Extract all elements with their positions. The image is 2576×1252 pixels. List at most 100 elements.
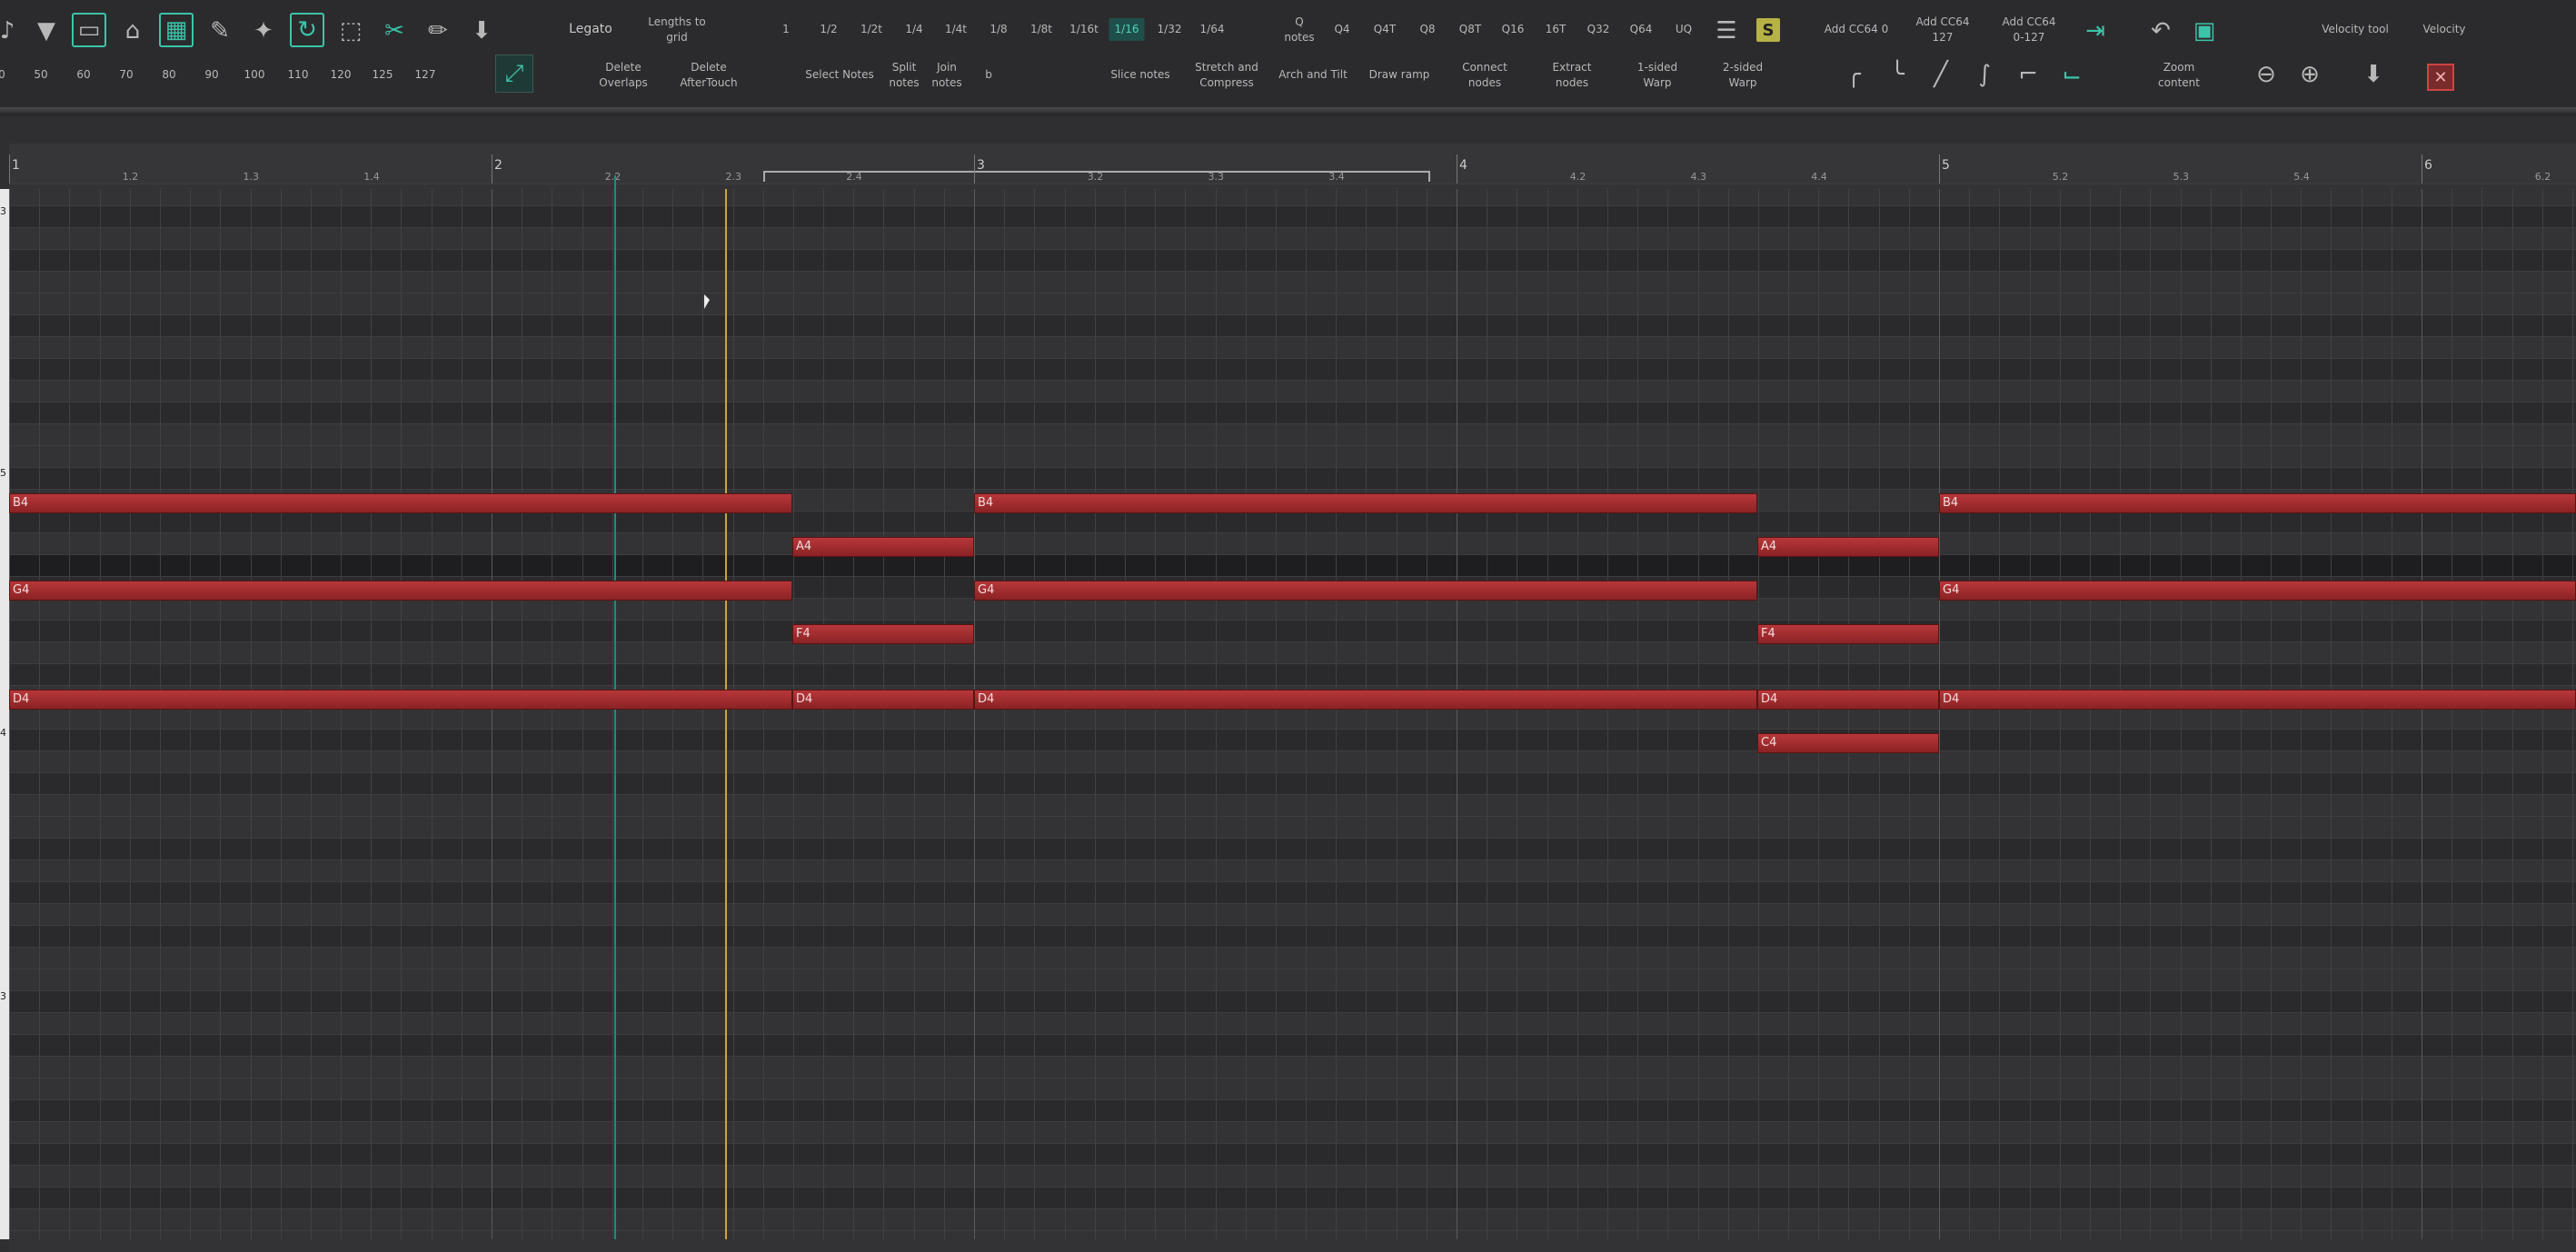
velocity-preset[interactable]: 70 bbox=[119, 67, 133, 83]
s-badge-button[interactable]: S bbox=[1756, 18, 1780, 42]
midi-note[interactable]: G4 bbox=[9, 581, 792, 601]
grid-option[interactable]: 1/2 bbox=[820, 22, 837, 37]
extract-nodes-button[interactable]: Extract nodes bbox=[1553, 60, 1592, 91]
quantize-option[interactable]: Q4 bbox=[1334, 22, 1349, 37]
velocity-preset[interactable]: 60 bbox=[76, 67, 90, 83]
zoom-content-button[interactable]: Zoom content bbox=[2158, 60, 2200, 91]
midi-note[interactable]: B4 bbox=[974, 493, 1757, 513]
velocity-preset[interactable]: 110 bbox=[288, 67, 309, 83]
midi-note[interactable]: D4 bbox=[974, 690, 1757, 710]
arch-tilt-button[interactable]: Arch and Tilt bbox=[1278, 67, 1348, 83]
filter-icon[interactable]: ▼ bbox=[28, 13, 65, 49]
velocity-preset[interactable]: 50 bbox=[34, 67, 47, 83]
curve-s-icon[interactable]: ∫ bbox=[1966, 56, 2003, 93]
velocity-tool-button[interactable]: Velocity tool bbox=[2322, 22, 2389, 37]
midi-note[interactable]: D4 bbox=[9, 690, 792, 710]
velocity-preset[interactable]: 90 bbox=[204, 67, 218, 83]
quantize-option[interactable]: Q32 bbox=[1587, 22, 1610, 37]
grid-icon[interactable]: ▦ bbox=[159, 13, 194, 47]
select-notes-button[interactable]: Select Notes bbox=[805, 67, 874, 83]
draw-tool-icon[interactable]: ✎ bbox=[202, 13, 238, 49]
undo-icon[interactable]: ↶ bbox=[2143, 13, 2179, 49]
velocity-preset[interactable]: 0 bbox=[0, 67, 5, 83]
grid-option[interactable]: 1/16 bbox=[1109, 18, 1145, 41]
split-notes-button[interactable]: Split notes bbox=[889, 60, 919, 91]
select-box-icon[interactable]: ▭ bbox=[72, 13, 106, 47]
grid-option[interactable]: 1/8 bbox=[990, 22, 1007, 37]
curve-step-rev-icon[interactable]: ⌙ bbox=[2054, 56, 2090, 93]
grid-option[interactable]: 1/32 bbox=[1158, 22, 1182, 37]
curve-linear-icon[interactable]: ╱ bbox=[1923, 56, 1959, 93]
one-sided-warp-button[interactable]: 1-sided Warp bbox=[1637, 60, 1677, 91]
curve-convex-icon[interactable]: ╭ bbox=[1835, 56, 1872, 93]
add-cc64-127-button[interactable]: Add CC64 127 bbox=[1915, 15, 1969, 45]
quantize-option[interactable]: Q notes bbox=[1284, 15, 1314, 45]
midi-note[interactable]: F4 bbox=[1757, 624, 1939, 644]
quantize-option[interactable]: Q8 bbox=[1419, 22, 1435, 37]
zoom-out-icon[interactable]: ⊖ bbox=[2248, 56, 2284, 93]
velocity-preset[interactable]: 120 bbox=[331, 67, 352, 83]
grid-option[interactable]: 1/4t bbox=[945, 22, 967, 37]
midi-note[interactable]: F4 bbox=[792, 624, 974, 644]
b-shortcut-label[interactable]: b bbox=[985, 67, 992, 83]
align-icon[interactable]: ⇥ bbox=[2077, 13, 2114, 49]
two-sided-warp-button[interactable]: 2-sided Warp bbox=[1723, 60, 1763, 91]
midi-note[interactable]: G4 bbox=[974, 581, 1757, 601]
stretch-compress-button[interactable]: Stretch and Compress bbox=[1195, 60, 1258, 91]
transform-icon[interactable]: ⤢ bbox=[495, 55, 533, 93]
grid-option[interactable]: 1/4 bbox=[905, 22, 922, 37]
add-cc64-0-button[interactable]: Add CC64 0 bbox=[1825, 22, 1889, 37]
velocity-preset[interactable]: 127 bbox=[415, 67, 436, 83]
velocity-preset[interactable]: 125 bbox=[373, 67, 393, 83]
quantize-option[interactable]: Q4T bbox=[1374, 22, 1396, 37]
curve-step-icon[interactable]: ⌐ bbox=[2010, 56, 2046, 93]
quantize-option[interactable]: Q64 bbox=[1630, 22, 1653, 37]
midi-note[interactable]: D4 bbox=[1939, 690, 2576, 710]
velocity-icon[interactable]: ♪ bbox=[0, 13, 25, 49]
grid-option[interactable]: 1/16t bbox=[1069, 22, 1099, 37]
loop-icon[interactable]: ↻ bbox=[290, 13, 324, 47]
connect-nodes-button[interactable]: Connect nodes bbox=[1462, 60, 1507, 91]
delete-overlaps-button[interactable]: Delete Overlaps bbox=[599, 60, 647, 91]
midi-note[interactable]: B4 bbox=[1939, 493, 2576, 513]
midi-note[interactable]: G4 bbox=[1939, 581, 2576, 601]
pencil-icon[interactable]: ✏ bbox=[420, 13, 456, 49]
lasso-icon[interactable]: ⌂ bbox=[114, 13, 151, 49]
close-icon[interactable]: ✕ bbox=[2427, 64, 2454, 91]
midi-note[interactable]: D4 bbox=[792, 690, 974, 710]
midi-note[interactable]: D4 bbox=[1757, 690, 1939, 710]
midi-note[interactable]: C4 bbox=[1757, 733, 1939, 753]
lines-icon[interactable]: ☰ bbox=[1708, 13, 1745, 49]
velocity-preset[interactable]: 100 bbox=[244, 67, 265, 83]
edit-cursor[interactable] bbox=[725, 189, 727, 1239]
grid-option[interactable]: 1/8t bbox=[1030, 22, 1052, 37]
marquee-icon[interactable]: ⬚ bbox=[333, 13, 369, 49]
paint-icon[interactable]: ✦ bbox=[245, 13, 282, 49]
quantize-option[interactable]: Q16 bbox=[1502, 22, 1525, 37]
bucket-icon[interactable]: ⬇ bbox=[463, 13, 500, 49]
quantize-option[interactable]: Q8T bbox=[1459, 22, 1481, 37]
midi-note[interactable]: A4 bbox=[1757, 537, 1939, 557]
velocity-preset[interactable]: 80 bbox=[162, 67, 175, 83]
midi-note[interactable]: B4 bbox=[9, 493, 792, 513]
draw-ramp-button[interactable]: Draw ramp bbox=[1369, 67, 1430, 83]
download-icon[interactable]: ⬇ bbox=[2355, 56, 2392, 93]
grid-option[interactable]: 1 bbox=[782, 22, 790, 37]
curve-concave-icon[interactable]: ╰ bbox=[1879, 56, 1915, 93]
quantize-option[interactable]: 16T bbox=[1546, 22, 1566, 37]
piano-roll-grid[interactable]: B4 B4 B4 A4 A4 G4 G4 G4 F4 F4 D4 D4 D4 D4 D4 C4 bbox=[9, 175, 2576, 1252]
piano-keys[interactable]: 3 5 4 3 bbox=[0, 189, 9, 1239]
add-cc64-range-button[interactable]: Add CC64 0-127 bbox=[2002, 15, 2055, 45]
grid-option[interactable]: 1/2t bbox=[860, 22, 882, 37]
lengths-to-grid-button[interactable]: Lengths to grid bbox=[648, 15, 706, 45]
velocity-button[interactable]: Velocity bbox=[2422, 22, 2465, 37]
midi-note[interactable]: A4 bbox=[792, 537, 974, 557]
zoom-in-icon[interactable]: ⊕ bbox=[2292, 56, 2328, 93]
monitor-icon[interactable]: ▣ bbox=[2186, 13, 2223, 49]
slice-notes-button[interactable]: Slice notes bbox=[1110, 67, 1169, 83]
quantize-option[interactable]: UQ bbox=[1676, 22, 1692, 37]
legato-button[interactable]: Legato bbox=[569, 22, 612, 37]
scissors-icon[interactable]: ✂ bbox=[376, 13, 413, 49]
grid-option[interactable]: 1/64 bbox=[1200, 22, 1225, 37]
delete-aftertouch-button[interactable]: Delete AfterTouch bbox=[680, 60, 737, 91]
